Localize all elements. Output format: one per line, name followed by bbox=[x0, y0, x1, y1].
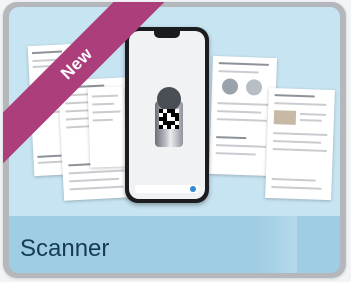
smartphone-icon bbox=[125, 27, 209, 203]
tile-title: Scanner bbox=[20, 235, 110, 262]
doc-thumbnail bbox=[265, 87, 335, 201]
send-icon bbox=[190, 186, 196, 192]
phone-notch bbox=[154, 31, 180, 38]
tile-preview-image bbox=[9, 7, 340, 216]
doc-thumbnail bbox=[87, 86, 127, 168]
scanner-app-tile[interactable]: New Scanner bbox=[3, 2, 346, 278]
barcode-scanner-device-icon bbox=[147, 87, 191, 151]
phone-screen bbox=[129, 31, 205, 199]
tile-title-bar: Scanner bbox=[9, 216, 340, 273]
qr-code-icon bbox=[159, 109, 179, 129]
phone-input-bar bbox=[135, 185, 199, 193]
